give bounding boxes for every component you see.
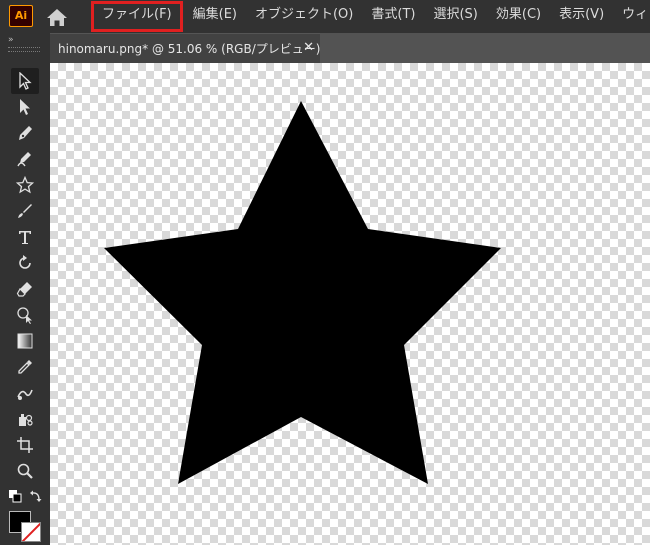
star-shape[interactable] bbox=[50, 63, 650, 545]
menu-view[interactable]: 表示(V) bbox=[550, 0, 613, 33]
menu-window[interactable]: ウィン bbox=[613, 0, 650, 33]
eyedropper-tool-icon[interactable] bbox=[11, 354, 39, 380]
menu-bar: Ai ファイル(F) 編集(E) オブジェクト(O) 書式(T) 選択(S) 効… bbox=[0, 0, 650, 33]
toolbar-grip[interactable]: » bbox=[0, 33, 50, 63]
zoom-tool-icon[interactable] bbox=[11, 458, 39, 484]
menu-select[interactable]: 選択(S) bbox=[424, 0, 486, 33]
tools-panel bbox=[0, 63, 50, 545]
menu-edit[interactable]: 編集(E) bbox=[184, 0, 246, 33]
illustrator-logo[interactable]: Ai bbox=[9, 5, 33, 27]
artboard-canvas[interactable] bbox=[50, 63, 650, 545]
home-icon[interactable] bbox=[45, 6, 69, 28]
collapse-arrows-icon[interactable]: » bbox=[8, 35, 13, 45]
document-tab-title: hinomaru.png* @ 51.06 % (RGB/プレビュー) bbox=[58, 42, 321, 56]
no-stroke-slash bbox=[22, 523, 40, 541]
menu-file[interactable]: ファイル(F) bbox=[90, 0, 184, 33]
menu-items: ファイル(F) 編集(E) オブジェクト(O) 書式(T) 選択(S) 効果(C… bbox=[90, 0, 650, 33]
eraser-tool-icon[interactable] bbox=[11, 276, 39, 302]
swap-colors-icon[interactable] bbox=[27, 488, 45, 504]
default-colors-icon[interactable] bbox=[6, 488, 24, 504]
pen-tool-icon[interactable] bbox=[11, 120, 39, 146]
menu-type[interactable]: 書式(T) bbox=[362, 0, 424, 33]
shape-builder-tool-icon[interactable] bbox=[11, 302, 39, 328]
close-icon[interactable]: ✕ bbox=[303, 40, 314, 55]
artboard-tool-icon[interactable] bbox=[11, 432, 39, 458]
curvature-tool-icon[interactable] bbox=[11, 146, 39, 172]
stroke-color-swatch[interactable] bbox=[21, 522, 41, 542]
selection-tool-icon[interactable] bbox=[11, 68, 39, 94]
rotate-tool-icon[interactable] bbox=[11, 250, 39, 276]
symbol-sprayer-tool-icon[interactable] bbox=[11, 406, 39, 432]
paintbrush-tool-icon[interactable] bbox=[11, 198, 39, 224]
menu-object[interactable]: オブジェクト(O) bbox=[246, 0, 362, 33]
document-tab[interactable]: hinomaru.png* @ 51.06 % (RGB/プレビュー) ✕ bbox=[50, 33, 320, 63]
menu-effect[interactable]: 効果(C) bbox=[487, 0, 550, 33]
grip-dots bbox=[8, 47, 40, 52]
direct-selection-tool-icon[interactable] bbox=[11, 94, 39, 120]
gradient-tool-icon[interactable] bbox=[11, 328, 39, 354]
type-tool-icon[interactable] bbox=[11, 224, 39, 250]
blend-tool-icon[interactable] bbox=[11, 380, 39, 406]
star-tool-icon[interactable] bbox=[11, 172, 39, 198]
